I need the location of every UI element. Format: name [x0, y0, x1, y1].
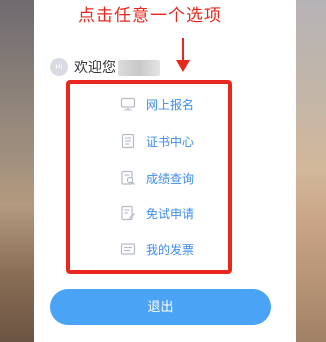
menu-item-label: 网上报名 [146, 97, 195, 112]
score-search-icon [121, 170, 135, 185]
annotation-arrow-down-icon [176, 60, 190, 72]
login-page: 点击任意一个选项 Hi 欢迎您 网上报名 证书中心 成绩查询 免试申请 我的发票… [0, 0, 326, 342]
menu-item-online-registration[interactable]: 网上报名 [120, 94, 220, 114]
logout-button[interactable]: 退出 [50, 289, 271, 325]
menu-item-exemption-application[interactable]: 免试申请 [120, 203, 220, 223]
application-form-icon [121, 205, 135, 221]
menu-item-my-invoice[interactable]: 我的发票 [120, 239, 220, 259]
menu-item-label: 免试申请 [146, 206, 195, 221]
background-photo-left [0, 0, 34, 342]
annotation-title: 点击任意一个选项 [78, 6, 222, 26]
menu-item-label: 我的发票 [146, 242, 195, 257]
menu-item-label: 证书中心 [146, 134, 195, 149]
username-blurred [118, 60, 160, 76]
avatar: Hi [50, 58, 68, 76]
monitor-icon [120, 97, 136, 111]
annotation-arrow-shaft [182, 38, 184, 62]
invoice-icon [120, 243, 136, 255]
background-photo-right [296, 0, 326, 342]
menu-item-certificate-center[interactable]: 证书中心 [120, 131, 220, 151]
certificate-icon [121, 133, 135, 149]
menu-item-score-query[interactable]: 成绩查询 [120, 168, 220, 188]
welcome-text: 欢迎您 [74, 60, 116, 76]
menu-item-label: 成绩查询 [146, 171, 195, 186]
